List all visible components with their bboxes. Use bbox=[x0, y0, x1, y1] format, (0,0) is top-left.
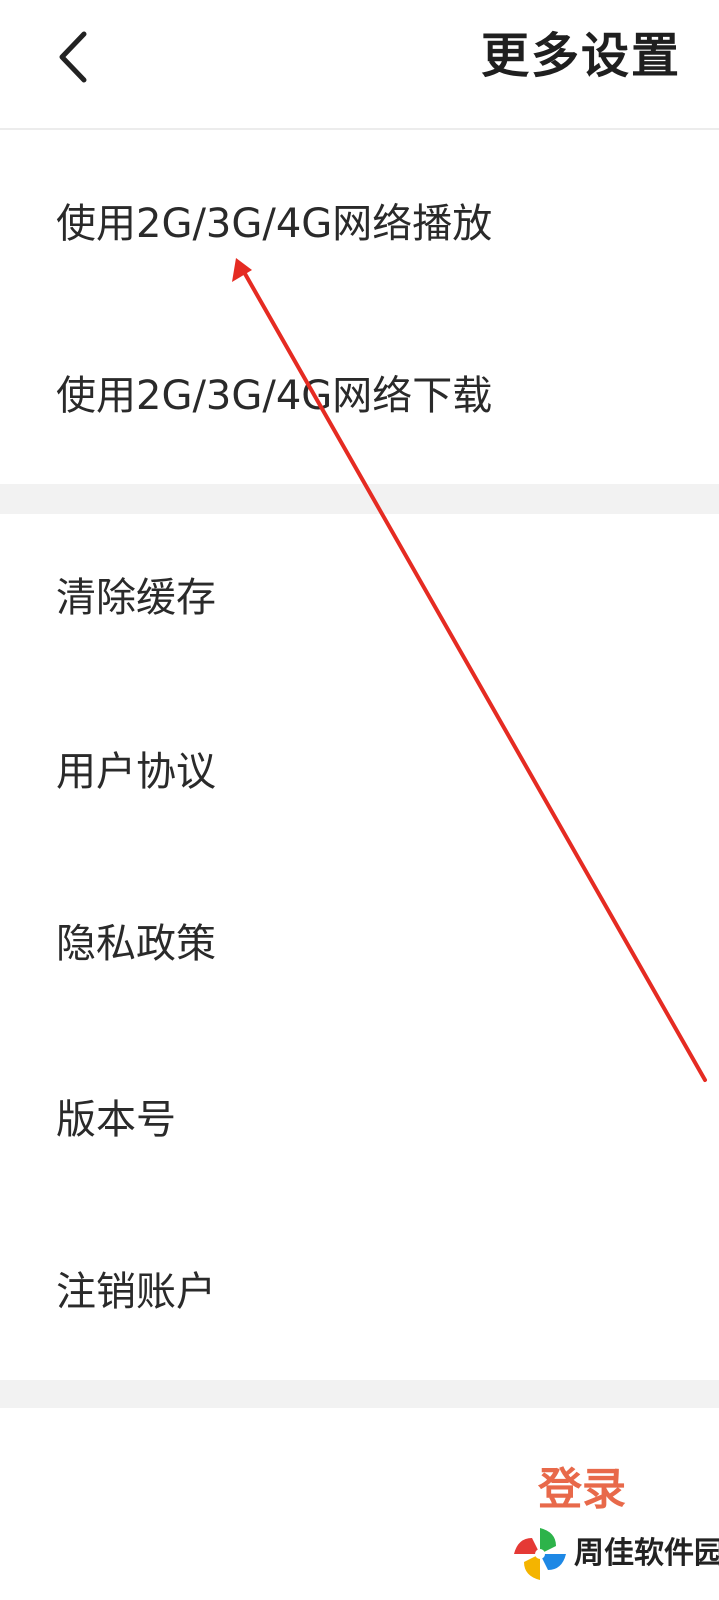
login-button[interactable]: 登录 bbox=[538, 1462, 626, 1518]
watermark-text: 周佳软件园 bbox=[574, 1536, 719, 1571]
setting-item-privacy-policy[interactable]: 隐私政策 bbox=[56, 918, 216, 970]
setting-item-version[interactable]: 版本号 bbox=[56, 1094, 176, 1146]
setting-item-clear-cache[interactable]: 清除缓存 bbox=[56, 572, 216, 624]
back-chevron-icon[interactable] bbox=[48, 22, 98, 92]
pinwheel-logo-icon bbox=[514, 1528, 566, 1580]
settings-screen: 更多设置 使用2G/3G/4G网络播放 使用2G/3G/4G网络下载 清除缓存 … bbox=[0, 0, 719, 1600]
section-divider bbox=[0, 1380, 719, 1408]
network-settings-section: 使用2G/3G/4G网络播放 使用2G/3G/4G网络下载 bbox=[0, 134, 719, 484]
setting-item-play-over-cellular[interactable]: 使用2G/3G/4G网络播放 bbox=[56, 198, 492, 250]
general-settings-section: 清除缓存 用户协议 隐私政策 版本号 注销账户 bbox=[0, 514, 719, 1380]
watermark: 周佳软件园 bbox=[510, 1520, 719, 1586]
section-divider bbox=[0, 484, 719, 514]
setting-item-download-over-cellular[interactable]: 使用2G/3G/4G网络下载 bbox=[56, 370, 492, 422]
top-bar: 更多设置 bbox=[0, 0, 719, 130]
page-title: 更多设置 bbox=[480, 28, 681, 84]
setting-item-delete-account[interactable]: 注销账户 bbox=[56, 1266, 216, 1318]
setting-item-user-agreement[interactable]: 用户协议 bbox=[56, 746, 216, 798]
